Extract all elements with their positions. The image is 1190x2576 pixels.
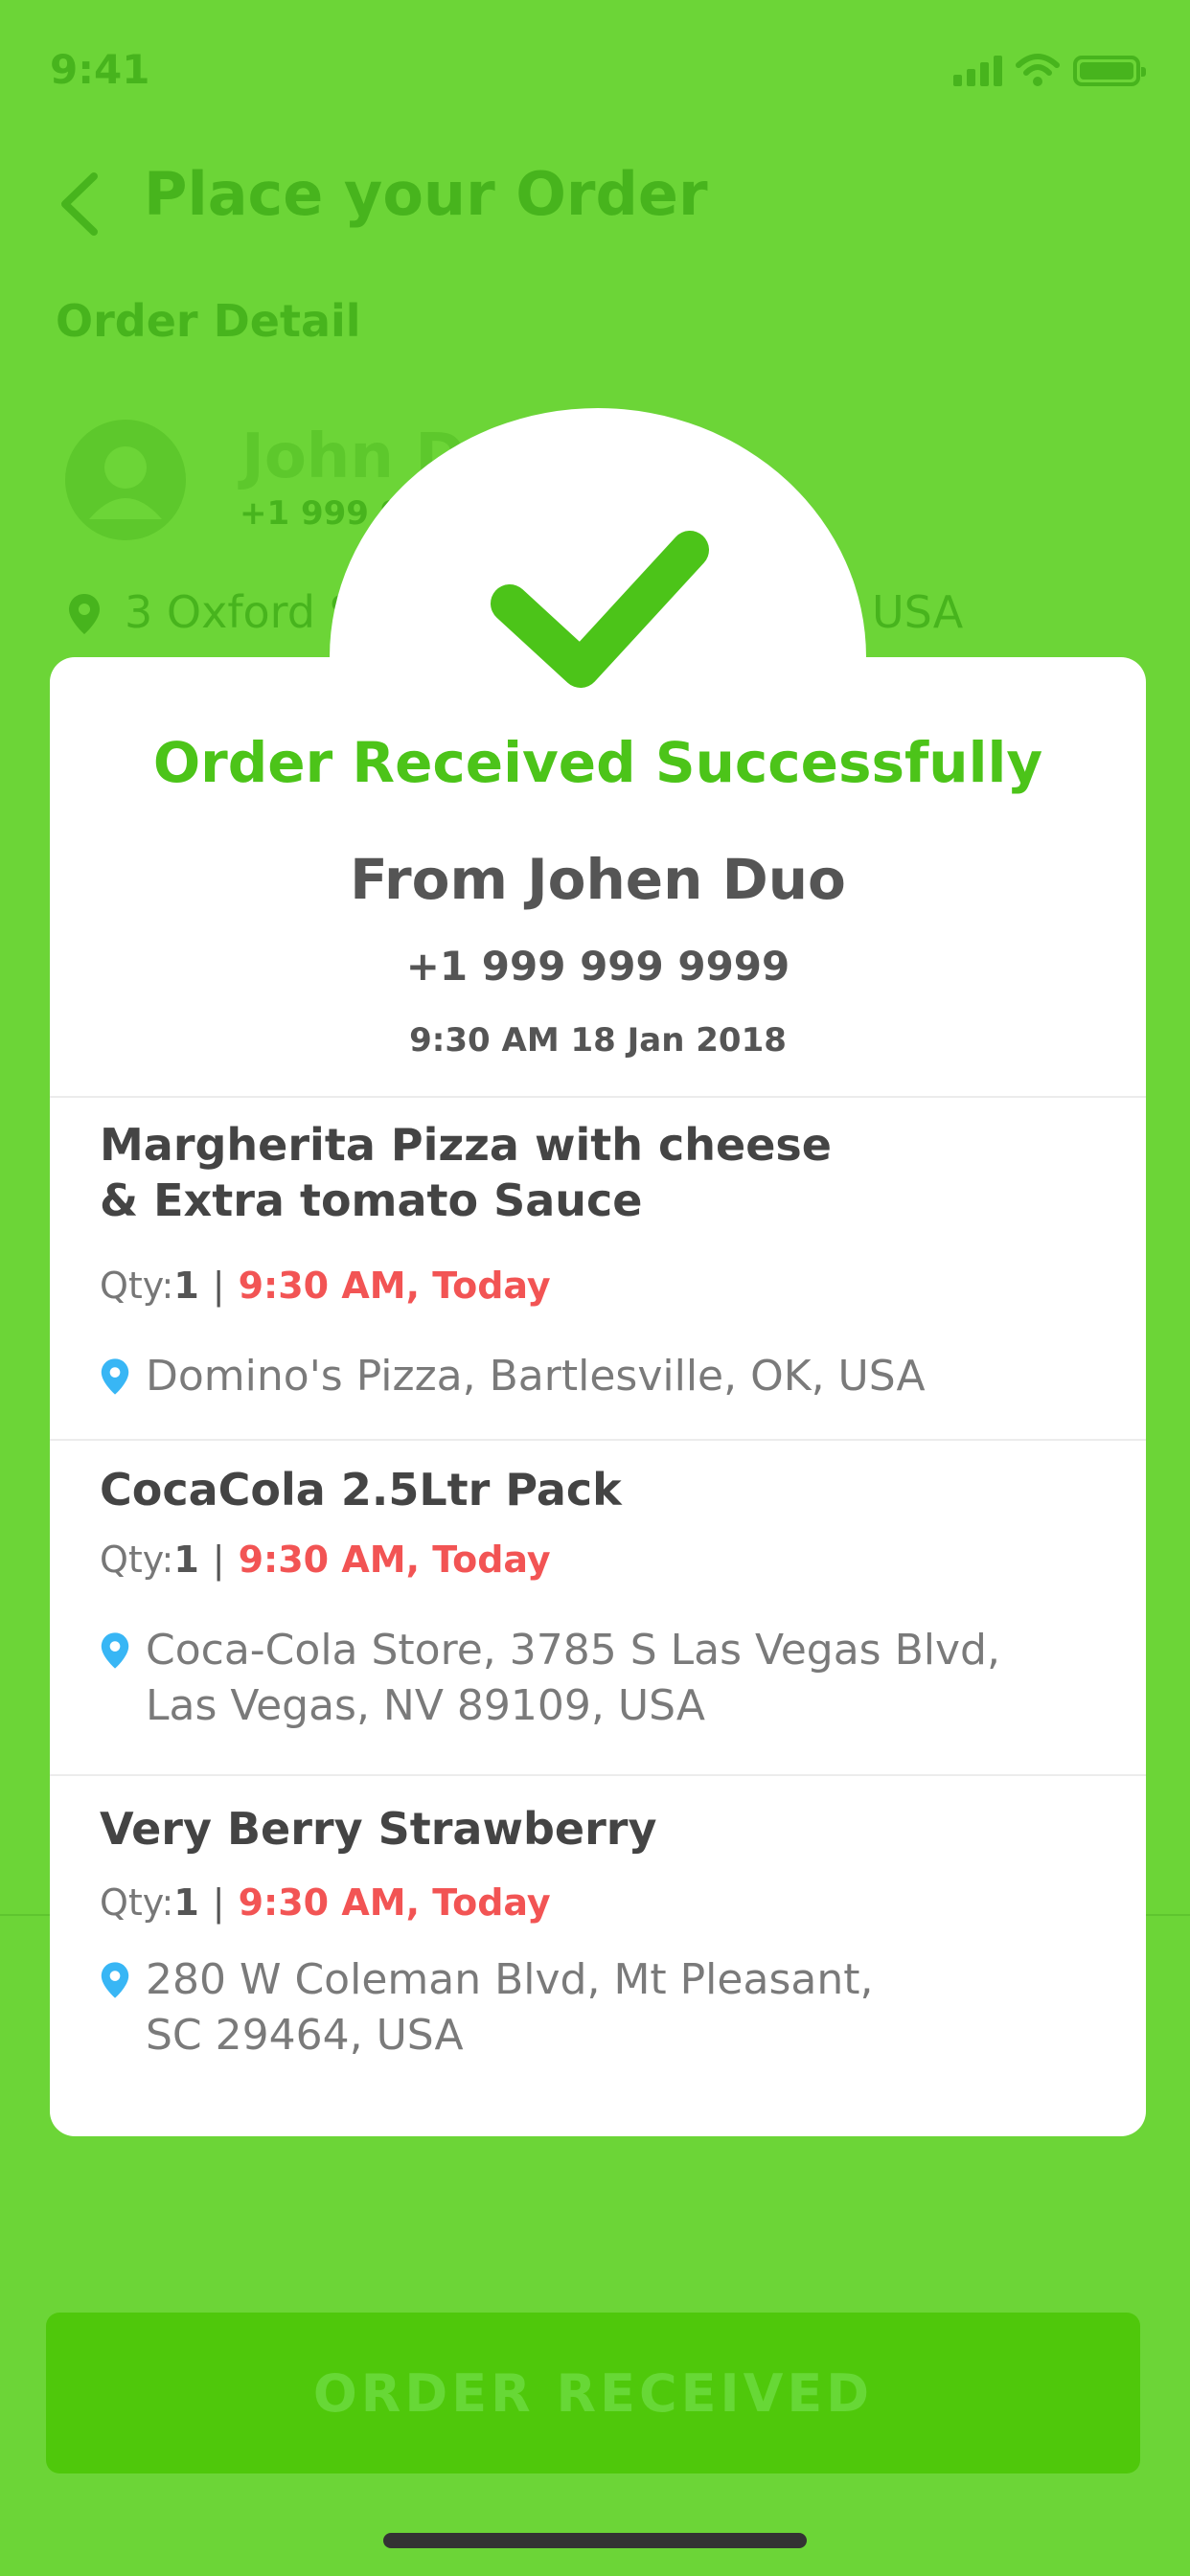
status-icons [953,54,1146,86]
item-address: Domino's Pizza, Bartlesville, OK, USA [146,1352,926,1401]
divider [50,1439,1146,1441]
item-address: Coca-Cola Store, 3785 S Las Vegas Blvd, … [146,1626,1000,1730]
qty-label: Qty: [100,1881,174,1924]
divider [50,1096,1146,1098]
background-address: 3 Oxford S [125,586,357,638]
qty-value: 1 [173,1539,199,1581]
wifi-icon [1016,54,1060,86]
section-label: Order Detail [56,295,361,347]
item-title: Margherita Pizza with cheese & Extra tom… [100,1119,832,1226]
order-datetime: 9:30 AM 18 Jan 2018 [409,1021,787,1060]
signal-icon [953,56,1002,86]
delivery-time: 9:30 AM, Today [238,1881,551,1924]
item-qty-line: Qty:1 | 9:30 AM, Today [100,1539,551,1581]
item-qty-line: Qty:1 | 9:30 AM, Today [100,1265,551,1307]
battery-icon [1073,56,1146,86]
location-pin-icon [69,594,100,634]
success-title: Order Received Successfully [152,730,1043,795]
avatar [65,420,186,540]
order-received-label: ORDER RECEIVED [312,2362,874,2424]
item-title: Very Berry Strawberry [100,1803,657,1855]
location-pin-icon [101,1358,129,1395]
item-address: 280 W Coleman Blvd, Mt Pleasant, SC 2946… [146,1955,874,2060]
background-address-end: USA [872,586,964,638]
page-title: Place your Order [144,159,708,229]
location-pin-icon [101,1632,129,1669]
status-time: 9:41 [50,46,150,93]
delivery-time: 9:30 AM, Today [238,1265,551,1307]
separator: | [212,1539,225,1581]
back-arrow-icon[interactable] [56,171,103,238]
customer-phone: +1 999 999 9999 [405,943,790,990]
item-title: CocaCola 2.5Ltr Pack [100,1464,622,1516]
order-received-button[interactable]: ORDER RECEIVED [46,2313,1140,2473]
qty-value: 1 [173,1265,199,1307]
divider [50,1774,1146,1776]
qty-label: Qty: [100,1265,174,1307]
delivery-time: 9:30 AM, Today [238,1539,551,1581]
user-icon [89,446,162,519]
separator: | [212,1265,225,1307]
item-qty-line: Qty:1 | 9:30 AM, Today [100,1881,551,1924]
customer-name: From Johen Duo [350,847,846,912]
qty-label: Qty: [100,1539,174,1581]
checkmark-icon [491,531,709,688]
separator: | [212,1881,225,1924]
location-pin-icon [101,1962,129,1998]
home-indicator[interactable] [383,2533,807,2548]
qty-value: 1 [173,1881,199,1924]
